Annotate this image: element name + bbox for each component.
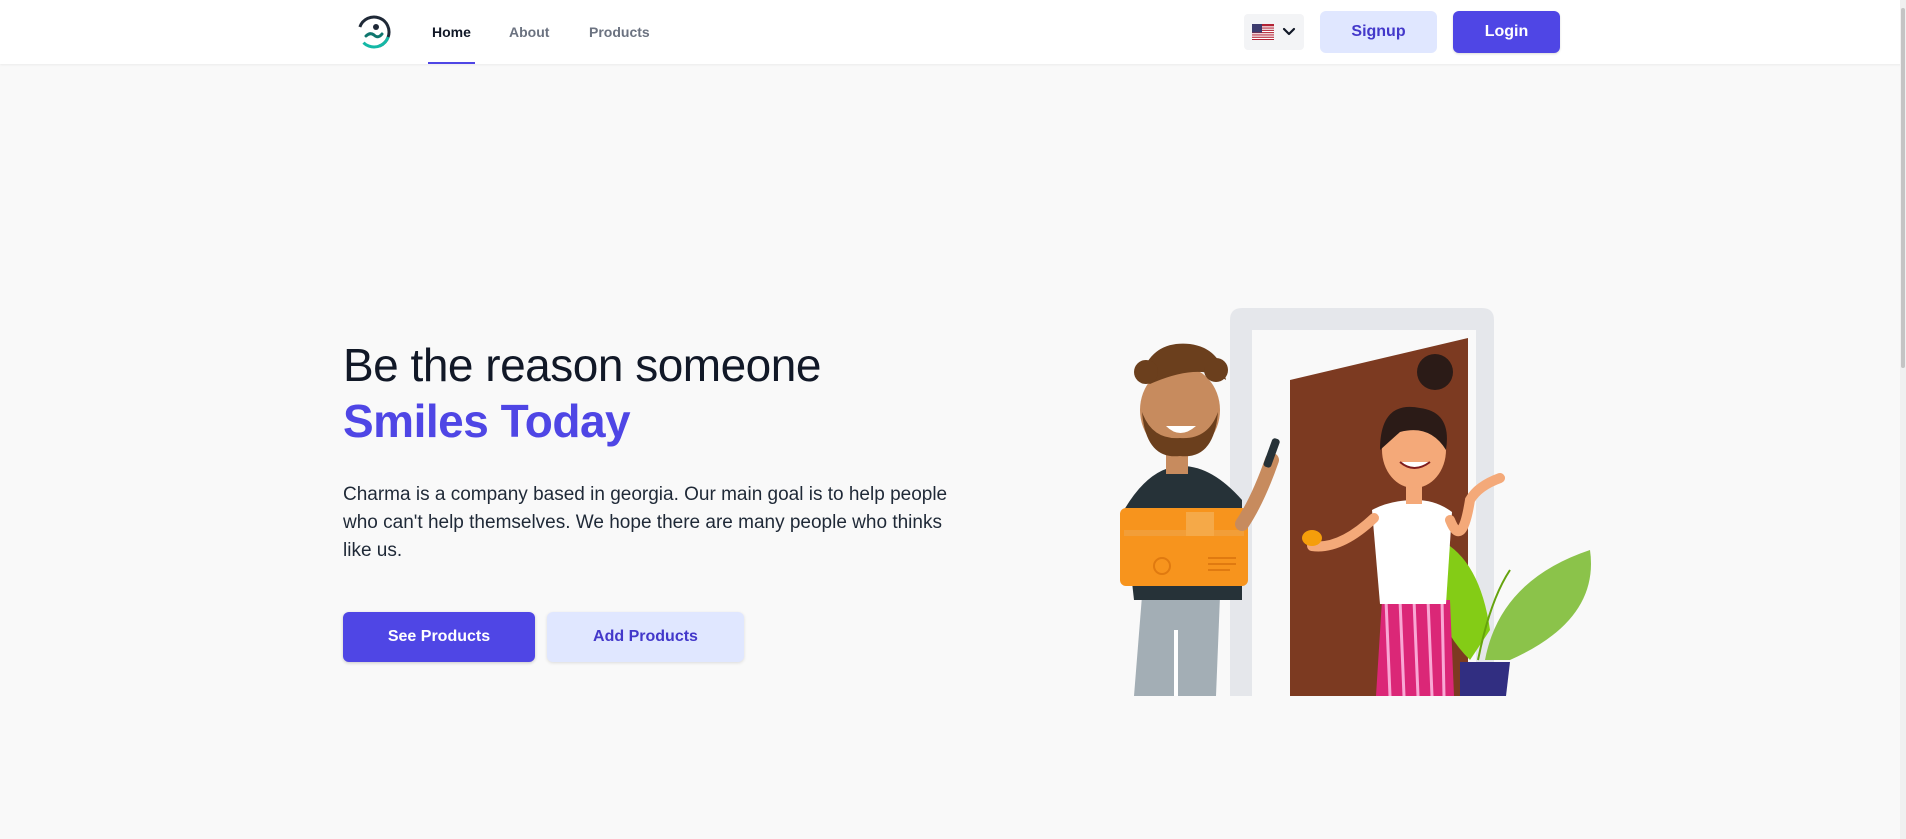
chevron-down-icon <box>1282 27 1296 36</box>
page-scrollbar[interactable] <box>1900 0 1906 839</box>
delivery-illustration <box>1120 308 1591 696</box>
nav-about-link[interactable]: About <box>509 0 549 64</box>
nav-home-link[interactable]: Home <box>428 0 475 64</box>
charity-hands-logo-icon <box>357 15 391 49</box>
hero-title: Be the reason someone <box>343 339 821 391</box>
login-button[interactable]: Login <box>1453 11 1560 53</box>
logo[interactable] <box>353 13 395 51</box>
navbar: Home About Products Signup Login <box>0 0 1906 64</box>
hero-title-highlight: Smiles Today <box>343 395 631 447</box>
hero-description: Charma is a company based in georgia. Ou… <box>343 484 948 561</box>
add-products-button[interactable]: Add Products <box>547 612 744 662</box>
signup-button[interactable]: Signup <box>1320 11 1437 53</box>
coin <box>1302 530 1322 546</box>
language-selector[interactable] <box>1244 14 1304 50</box>
man-figure <box>1120 343 1280 696</box>
see-products-button[interactable]: See Products <box>343 612 535 662</box>
us-flag-icon <box>1252 24 1274 40</box>
scrollbar-thumb[interactable] <box>1901 8 1905 368</box>
nav-products-link[interactable]: Products <box>589 0 650 64</box>
